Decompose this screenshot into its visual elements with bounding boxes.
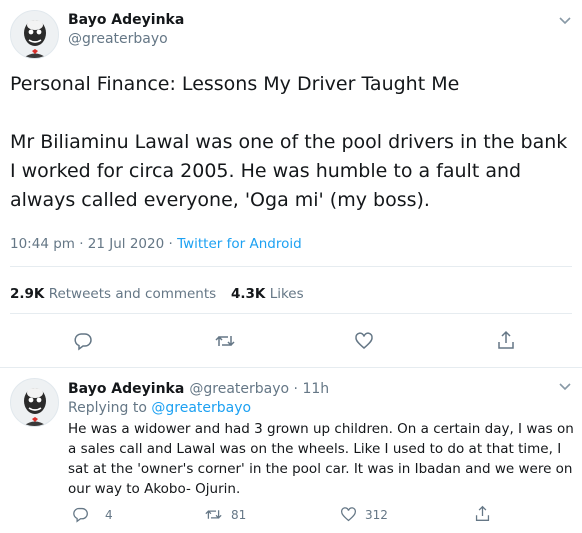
reply-icon[interactable]	[73, 331, 93, 351]
divider	[0, 367, 582, 368]
divider	[10, 313, 572, 314]
likes-stat[interactable]: 4.3K Likes	[231, 286, 304, 302]
retweets-label: Retweets and comments	[48, 286, 217, 302]
tweet-timestamp: 10:44 pm · 21 Jul 2020 · Twitter for And…	[10, 236, 302, 252]
share-icon[interactable]	[474, 505, 491, 522]
author-name[interactable]: Bayo Adeyinka	[68, 12, 184, 28]
share-icon[interactable]	[496, 330, 516, 350]
reply-reply-button[interactable]: 4	[72, 506, 113, 523]
reply-like-button[interactable]: 312	[340, 506, 388, 523]
chevron-down-icon[interactable]	[558, 12, 572, 31]
reply-icon	[72, 506, 89, 523]
like-icon[interactable]	[354, 331, 374, 351]
retweets-stat[interactable]: 2.9K Retweets and comments	[10, 286, 216, 302]
likes-count: 4.3K	[231, 286, 266, 302]
author-avatar[interactable]	[10, 10, 59, 59]
tweet-source-link[interactable]: Twitter for Android	[177, 236, 302, 252]
reply-count: 4	[105, 507, 113, 522]
likes-label: Likes	[269, 286, 304, 302]
tweet-time[interactable]: 10:44 pm · 21 Jul 2020 ·	[10, 236, 177, 252]
replying-to: Replying to @greaterbayo	[68, 400, 251, 416]
tweet-text: Personal Finance: Lessons My Driver Taug…	[10, 73, 568, 211]
replying-to-prefix: Replying to	[68, 400, 152, 416]
reply-author-name[interactable]: Bayo Adeyinka	[68, 381, 184, 397]
retweet-icon[interactable]	[214, 331, 236, 351]
reply-author-avatar[interactable]	[10, 378, 59, 427]
reply-author-handle[interactable]: @greaterbayo · 11h	[189, 381, 329, 397]
reply-retweet-button[interactable]: 81	[204, 506, 246, 523]
retweet-icon	[204, 506, 223, 523]
reply-text: He was a widower and had 3 grown up chil…	[68, 421, 579, 497]
retweets-count: 2.9K	[10, 286, 45, 302]
like-icon	[340, 506, 357, 523]
divider	[10, 266, 572, 267]
author-handle[interactable]: @greaterbayo	[68, 31, 168, 47]
reply-header: Bayo Adeyinka @greaterbayo · 11h	[68, 378, 329, 397]
chevron-down-icon[interactable]	[558, 378, 572, 397]
like-count: 312	[365, 507, 388, 522]
retweet-count: 81	[231, 507, 247, 522]
replying-to-link[interactable]: @greaterbayo	[151, 400, 251, 416]
